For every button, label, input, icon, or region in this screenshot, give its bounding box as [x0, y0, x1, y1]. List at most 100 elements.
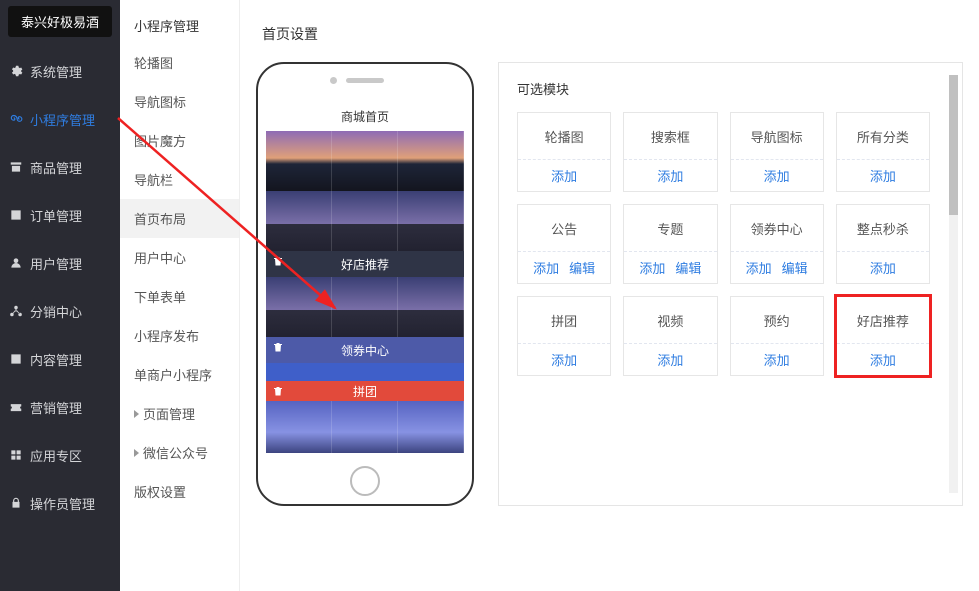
- sidebar-label: 商品管理: [30, 158, 82, 177]
- module-card-actions: 添加: [837, 159, 929, 191]
- page-icon: [8, 351, 24, 367]
- add-link[interactable]: 添加: [870, 350, 896, 369]
- module-card: 所有分类添加: [836, 112, 930, 192]
- module-card-name: 搜索框: [624, 113, 716, 159]
- main-area: 首页设置 商城首页 好店推荐 领券中心: [240, 0, 979, 591]
- sidebar-label: 小程序管理: [30, 110, 95, 129]
- sidebar2-group-wechat[interactable]: 微信公众号: [120, 433, 239, 472]
- sidebar1-item-product[interactable]: 商品管理: [8, 143, 112, 191]
- module-card: 导航图标添加: [730, 112, 824, 192]
- module-panel: 可选模块 轮播图添加搜索框添加导航图标添加所有分类添加公告添加编辑专题添加编辑领…: [498, 62, 963, 506]
- module-card: 视频添加: [623, 296, 717, 376]
- sidebar2-item-publish[interactable]: 小程序发布: [120, 316, 239, 355]
- ticket-icon: [8, 399, 24, 415]
- add-link[interactable]: 添加: [870, 258, 896, 277]
- preview-bar-shop-rec[interactable]: 好店推荐: [266, 251, 464, 277]
- module-card-actions: 添加: [731, 343, 823, 375]
- sidebar1-item-marketing[interactable]: 营销管理: [8, 383, 112, 431]
- module-card: 轮播图添加: [517, 112, 611, 192]
- add-link[interactable]: 添加: [764, 350, 790, 369]
- trash-icon[interactable]: [272, 255, 288, 271]
- preview-block-rec-imgs[interactable]: [266, 277, 464, 337]
- phone-camera-icon: [330, 77, 337, 84]
- caret-right-icon: [134, 449, 139, 457]
- preview-bar-group[interactable]: 拼团: [266, 381, 464, 401]
- scrollbar-thumb[interactable]: [949, 75, 958, 215]
- module-card-name: 视频: [624, 297, 716, 343]
- sidebar2-item-carousel[interactable]: 轮播图: [120, 43, 239, 82]
- network-icon: [8, 303, 24, 319]
- sidebar1-item-content[interactable]: 内容管理: [8, 335, 112, 383]
- sidebar2-group-pagemgmt[interactable]: 页面管理: [120, 394, 239, 433]
- grid-icon: [8, 447, 24, 463]
- module-card-name: 拼团: [518, 297, 610, 343]
- module-card-name: 轮播图: [518, 113, 610, 159]
- list-icon: [8, 207, 24, 223]
- panel-scrollbar[interactable]: [949, 75, 958, 493]
- gear-icon: [8, 63, 24, 79]
- phone-header: 商城首页: [266, 102, 464, 131]
- add-link[interactable]: 添加: [870, 166, 896, 185]
- sidebar2-item-navicon[interactable]: 导航图标: [120, 82, 239, 121]
- module-card-actions: 添加: [837, 251, 929, 283]
- add-link[interactable]: 添加: [551, 166, 577, 185]
- preview-block-group-imgs[interactable]: [266, 401, 464, 453]
- page-title: 首页设置: [262, 24, 963, 44]
- phone-speaker-icon: [346, 78, 384, 83]
- sidebar-label: 系统管理: [30, 62, 82, 81]
- module-card-name: 整点秒杀: [837, 205, 929, 251]
- sidebar2-item-imagecube[interactable]: 图片魔方: [120, 121, 239, 160]
- preview-bar-coupon[interactable]: 领券中心: [266, 337, 464, 363]
- sidebar-label: 应用专区: [30, 446, 82, 465]
- sidebar1-item-miniapp[interactable]: 小程序管理: [8, 95, 112, 143]
- bar-label: 拼团: [353, 383, 377, 400]
- module-card-actions: 添加编辑: [518, 251, 610, 283]
- sidebar-label: 操作员管理: [30, 494, 95, 513]
- lock-icon: [8, 495, 24, 511]
- module-card-actions: 添加: [731, 159, 823, 191]
- sidebar2-item-usercenter[interactable]: 用户中心: [120, 238, 239, 277]
- module-card: 好店推荐添加: [836, 296, 930, 376]
- sidebar-label: 分销中心: [30, 302, 82, 321]
- module-card-actions: 添加编辑: [731, 251, 823, 283]
- preview-coupon-strip[interactable]: [266, 363, 464, 381]
- preview-block-carousel[interactable]: [266, 131, 464, 191]
- sidebar1-item-operator[interactable]: 操作员管理: [8, 479, 112, 527]
- phone-preview: 商城首页 好店推荐 领券中心 拼团: [256, 62, 474, 506]
- sidebar1-item-distribution[interactable]: 分销中心: [8, 287, 112, 335]
- secondary-sidebar: 小程序管理 轮播图 导航图标 图片魔方 导航栏 首页布局 用户中心 下单表单 小…: [120, 0, 240, 591]
- sidebar2-item-navbar[interactable]: 导航栏: [120, 160, 239, 199]
- module-card: 预约添加: [730, 296, 824, 376]
- sidebar2-item-copyright[interactable]: 版权设置: [120, 472, 239, 511]
- sidebar1-item-order[interactable]: 订单管理: [8, 191, 112, 239]
- miniapp-icon: [8, 111, 24, 127]
- edit-link[interactable]: 编辑: [569, 258, 595, 277]
- add-link[interactable]: 添加: [533, 258, 559, 277]
- add-link[interactable]: 添加: [657, 166, 683, 185]
- preview-block-nav[interactable]: [266, 191, 464, 251]
- sidebar2-item-orderform[interactable]: 下单表单: [120, 277, 239, 316]
- sidebar2-item-singlemerchant[interactable]: 单商户小程序: [120, 355, 239, 394]
- add-link[interactable]: 添加: [746, 258, 772, 277]
- add-link[interactable]: 添加: [764, 166, 790, 185]
- edit-link[interactable]: 编辑: [675, 258, 701, 277]
- sidebar1-item-user[interactable]: 用户管理: [8, 239, 112, 287]
- sidebar2-item-homelayout[interactable]: 首页布局: [120, 199, 239, 238]
- sidebar1-item-apps[interactable]: 应用专区: [8, 431, 112, 479]
- module-card: 整点秒杀添加: [836, 204, 930, 284]
- phone-home-button-icon: [350, 466, 380, 496]
- module-card: 公告添加编辑: [517, 204, 611, 284]
- panel-title: 可选模块: [517, 79, 944, 98]
- add-link[interactable]: 添加: [639, 258, 665, 277]
- module-card-name: 所有分类: [837, 113, 929, 159]
- sidebar2-title: 小程序管理: [120, 8, 239, 43]
- add-link[interactable]: 添加: [551, 350, 577, 369]
- add-link[interactable]: 添加: [657, 350, 683, 369]
- module-card-actions: 添加: [837, 343, 929, 375]
- trash-icon[interactable]: [272, 341, 288, 357]
- edit-link[interactable]: 编辑: [782, 258, 808, 277]
- sidebar1-item-system[interactable]: 系统管理: [8, 47, 112, 95]
- trash-icon[interactable]: [272, 385, 288, 401]
- module-card-actions: 添加: [518, 159, 610, 191]
- user-icon: [8, 255, 24, 271]
